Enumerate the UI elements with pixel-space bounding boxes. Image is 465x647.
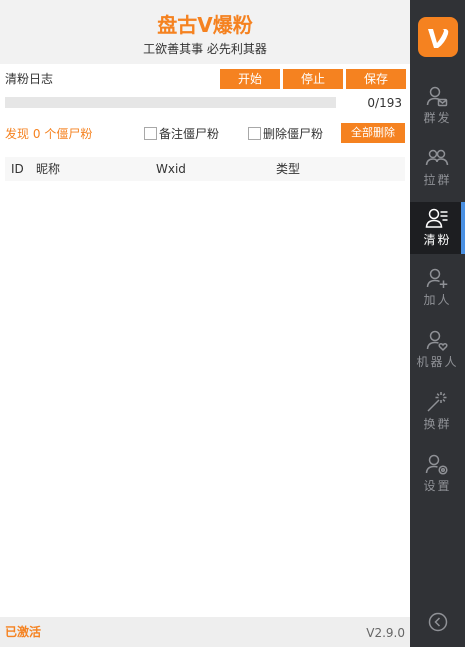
found-suffix: 个僵尸粉 [44, 127, 93, 141]
table-header: ID 昵称 Wxid 类型 [5, 157, 405, 181]
sidebar-item-robot[interactable]: 机器人 [410, 324, 465, 376]
column-header-id[interactable]: ID [11, 161, 24, 177]
sidebar-item-group-send[interactable]: 群发 [410, 80, 465, 132]
user-list-icon [425, 208, 448, 228]
found-prefix: 发现 [5, 127, 30, 141]
users-group-icon [425, 149, 449, 166]
version-text: V2.9.0 [366, 626, 405, 640]
delete-all-button[interactable]: 全部删除 [341, 123, 405, 143]
save-button[interactable]: 保存 [346, 69, 406, 89]
sidebar-item-label: 机器人 [416, 355, 459, 369]
column-header-type[interactable]: 类型 [276, 161, 300, 177]
footer: 已激活 V2.9.0 [0, 617, 410, 647]
checkbox-box[interactable] [144, 127, 157, 140]
magic-wand-icon [427, 392, 447, 412]
stop-button[interactable]: 停止 [283, 69, 343, 89]
sidebar-item-add-friend[interactable]: 加人 [410, 262, 465, 314]
main-panel: 盘古V爆粉 工欲善其事 必先利其器 清粉日志 开始 停止 保存 0/193 发现… [0, 0, 410, 647]
delete-zombie-checkbox[interactable]: 删除僵尸粉 [248, 127, 323, 141]
app-slogan: 工欲善其事 必先利其器 [143, 42, 267, 56]
v-logo-icon [418, 17, 458, 57]
column-header-nickname[interactable]: 昵称 [36, 161, 60, 177]
sidebar-item-clean-fans[interactable]: 清粉 [410, 202, 465, 254]
sidebar-item-settings[interactable]: 设置 [410, 448, 465, 500]
sidebar-item-label: 群发 [423, 111, 452, 125]
start-button[interactable]: 开始 [220, 69, 280, 89]
active-indicator [461, 202, 465, 254]
delete-zombie-label: 删除僵尸粉 [263, 127, 324, 141]
note-zombie-label: 备注僵尸粉 [159, 127, 220, 141]
user-send-icon [426, 86, 448, 107]
user-heart-icon [426, 330, 448, 352]
sidebar-item-label: 换群 [423, 417, 452, 431]
sidebar-item-switch-group[interactable]: 换群 [410, 386, 465, 438]
found-count-text: 发现 0 个僵尸粉 [5, 126, 92, 142]
note-zombie-checkbox[interactable]: 备注僵尸粉 [144, 127, 219, 141]
found-count: 0 [32, 127, 41, 141]
user-settings-icon [425, 454, 448, 475]
user-add-icon [426, 268, 448, 288]
progress-text: 0/193 [367, 96, 402, 110]
header: 盘古V爆粉 工欲善其事 必先利其器 [0, 0, 410, 64]
progress-bar [5, 97, 336, 108]
sidebar-item-label: 设置 [423, 479, 452, 493]
chevron-left-circle-icon[interactable] [428, 612, 448, 632]
sidebar-item-label: 加人 [423, 293, 452, 307]
column-header-wxid[interactable]: Wxid [156, 161, 186, 177]
activation-status: 已激活 [5, 625, 42, 639]
table-body[interactable] [5, 181, 405, 611]
sidebar-item-label: 清粉 [423, 233, 452, 247]
sidebar-item-pull-group[interactable]: 拉群 [410, 142, 465, 194]
sidebar: 群发 拉群 清粉 加人 机器人 换群 设置 [410, 0, 465, 647]
log-label: 清粉日志 [5, 72, 54, 86]
sidebar-item-label: 拉群 [423, 173, 452, 187]
checkbox-box[interactable] [248, 127, 261, 140]
app-title: 盘古V爆粉 [157, 13, 253, 37]
